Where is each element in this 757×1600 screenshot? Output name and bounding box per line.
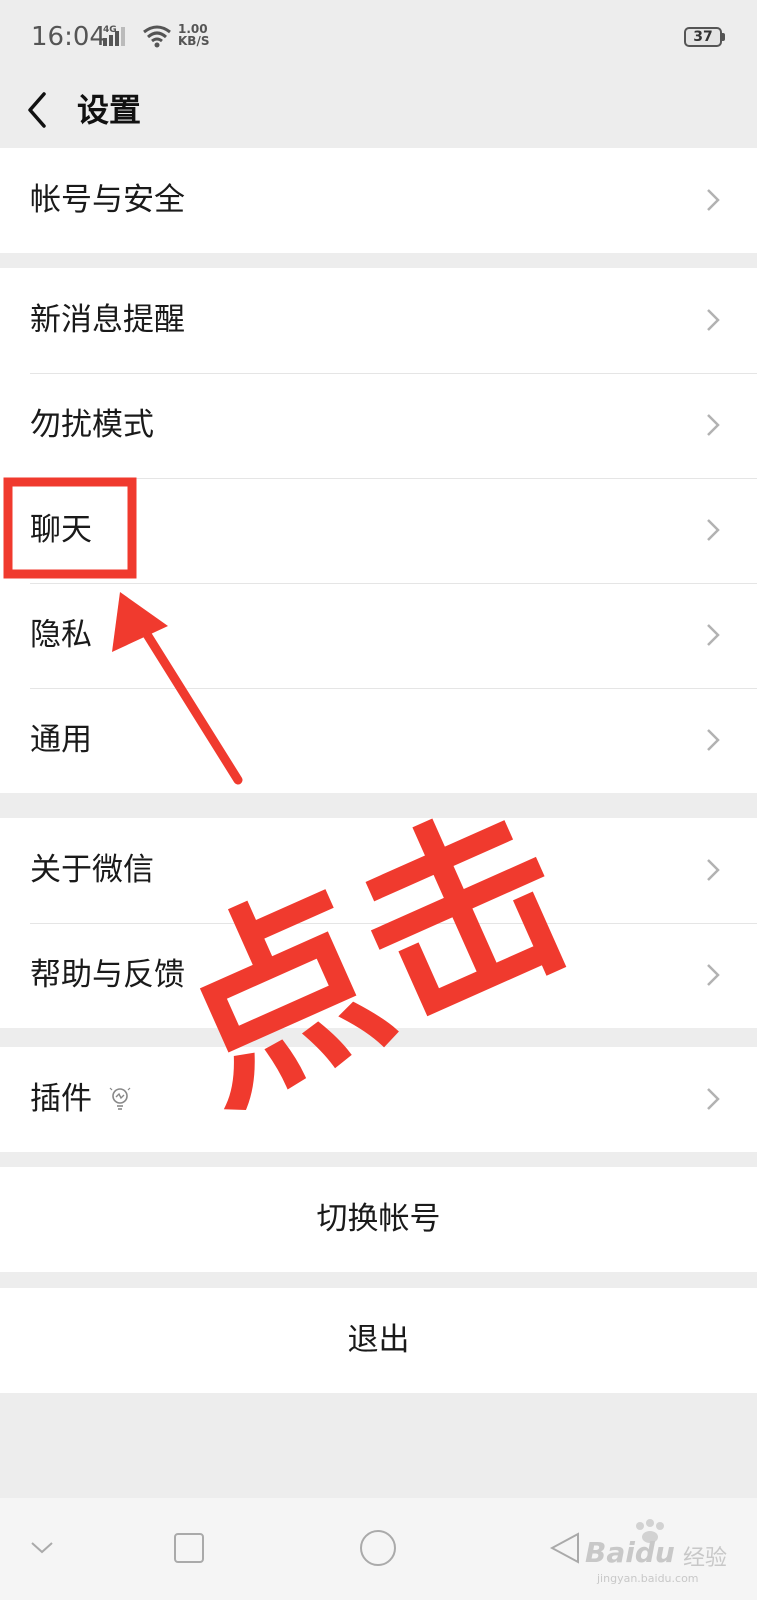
wifi-icon [143,25,171,48]
status-time: 16:04 [31,22,106,52]
chevron-right-icon [707,1088,720,1110]
chevron-right-icon [707,309,720,331]
settings-item-account-security[interactable]: 帐号与安全 [0,148,757,253]
status-bar: 16:04 4G 1.00 KB/S 37 [0,0,757,72]
logout-group: 退出 [0,1288,757,1393]
settings-item-about-wechat[interactable]: 关于微信 [0,818,757,923]
settings-item-label: 勿扰模式 [30,407,154,443]
settings-item-privacy[interactable]: 隐私 [0,583,757,688]
chevron-right-icon [707,519,720,541]
recent-apps-icon[interactable] [173,1532,205,1564]
chevron-right-icon [707,859,720,881]
switch-account-label: 切换帐号 [316,1201,441,1237]
settings-item-label: 通用 [30,722,92,758]
settings-item-label: 聊天 [30,512,92,548]
settings-group-account: 帐号与安全 [0,148,757,253]
settings-group-about: 关于微信 帮助与反馈 [0,818,757,1028]
settings-item-general[interactable]: 通用 [0,688,757,793]
settings-group-general: 新消息提醒 勿扰模式 聊天 隐私 通用 [0,268,757,793]
cellular-signal-icon: 4G [103,25,125,46]
settings-item-label: 帐号与安全 [30,182,185,218]
settings-item-do-not-disturb[interactable]: 勿扰模式 [0,373,757,478]
chevron-right-icon [707,624,720,646]
nav-bar: 设置 [0,72,757,150]
settings-item-label: 新消息提醒 [30,302,185,338]
settings-item-help-feedback[interactable]: 帮助与反馈 [0,923,757,1028]
svg-text:4G: 4G [103,25,117,35]
logout-button[interactable]: 退出 [0,1288,757,1393]
switch-account-group: 切换帐号 [0,1167,757,1272]
page-title: 设置 [77,91,142,129]
watermark: Baidu 经验 jingyan.baidu.com [585,1518,745,1588]
lightbulb-icon [109,1087,131,1110]
settings-item-chat[interactable]: 聊天 [0,478,757,583]
chevron-right-icon [707,964,720,986]
switch-account-button[interactable]: 切换帐号 [0,1167,757,1272]
settings-group-plugins: 插件 [0,1047,757,1152]
settings-item-label: 帮助与反馈 [30,957,185,993]
settings-item-label: 插件 [30,1081,92,1117]
battery-tip [722,33,725,41]
network-speed: 1.00 KB/S [178,22,210,48]
watermark-url: jingyan.baidu.com [597,1572,699,1585]
chevron-right-icon [707,189,720,211]
watermark-suffix: 经验 [683,1546,728,1571]
back-triangle-icon[interactable] [550,1532,580,1564]
chevron-right-icon [707,414,720,436]
home-icon[interactable] [358,1528,398,1568]
chevron-left-icon[interactable] [22,86,62,134]
settings-item-plugins[interactable]: 插件 [0,1047,757,1152]
system-nav-bar: Baidu 经验 jingyan.baidu.com [0,1498,757,1600]
settings-item-notifications[interactable]: 新消息提醒 [0,268,757,373]
chevron-down-icon[interactable] [30,1540,54,1556]
logout-label: 退出 [347,1322,410,1358]
watermark-brand: Baidu [585,1536,675,1569]
settings-item-label: 关于微信 [30,852,154,888]
chevron-right-icon [707,729,720,751]
settings-item-label: 隐私 [30,617,92,653]
battery-indicator: 37 [684,27,722,47]
